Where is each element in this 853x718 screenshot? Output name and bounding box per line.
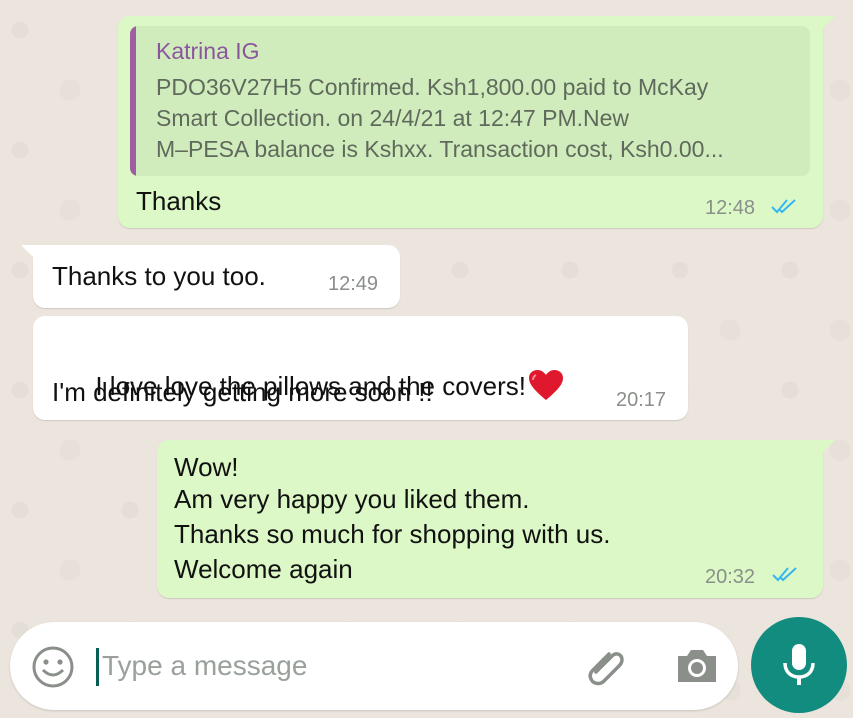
quote-line: PDO36V27H5 Confirmed. Ksh1,800.00 paid t…	[156, 74, 709, 100]
message-bubble-incoming[interactable]: I love love the pillows and the covers! …	[33, 316, 688, 420]
message-line: Welcome again	[174, 554, 353, 584]
camera-icon[interactable]	[674, 644, 720, 688]
message-time: 20:32	[705, 566, 756, 588]
message-line: Thanks so much for shopping with us.	[174, 519, 611, 549]
read-ticks-icon	[771, 199, 796, 214]
message-composer	[10, 622, 738, 710]
message-text: Thanks to you too.	[52, 261, 266, 291]
message-time: 12:49	[328, 273, 379, 295]
message-bubble-outgoing[interactable]: Wow! Am very happy you liked them. Thank…	[157, 440, 835, 598]
emoji-icon[interactable]	[30, 644, 76, 690]
mic-icon	[783, 644, 815, 685]
message-text: Thanks	[136, 186, 222, 216]
message-line: Wow!	[174, 452, 239, 482]
message-input-wrap[interactable]	[96, 646, 532, 686]
quote-author: Katrina IG	[156, 38, 260, 64]
quote-line: Smart Collection. on 24/4/21 at 12:47 PM…	[156, 105, 630, 131]
red-heart-icon	[529, 370, 564, 400]
chat-area[interactable]: Katrina IG PDO36V27H5 Confirmed. Ksh1,80…	[0, 0, 853, 718]
text-caret	[96, 648, 99, 686]
read-ticks-icon	[772, 567, 797, 582]
message-line: Am very happy you liked them.	[174, 484, 530, 514]
quote-body: PDO36V27H5 Confirmed. Ksh1,800.00 paid t…	[156, 72, 806, 165]
quote-bar	[130, 26, 136, 176]
bubble-tail	[821, 440, 835, 454]
message-bubble-outgoing[interactable]: Katrina IG PDO36V27H5 Confirmed. Ksh1,80…	[118, 16, 835, 228]
quoted-message[interactable]: Katrina IG PDO36V27H5 Confirmed. Ksh1,80…	[130, 26, 810, 176]
message-bubble-incoming[interactable]: Thanks to you too. 12:49	[21, 245, 400, 308]
mic-button[interactable]	[751, 617, 847, 713]
message-time: 20:17	[616, 389, 667, 411]
message-time: 12:48	[705, 197, 756, 219]
message-line: I'm definitely getting more soon !!	[52, 377, 433, 407]
attach-icon[interactable]	[582, 642, 630, 690]
bubble-tail	[821, 16, 835, 30]
quote-line: M–PESA balance is Kshxx. Transaction cos…	[156, 136, 724, 162]
message-input[interactable]	[96, 646, 532, 686]
bubble-tail	[21, 245, 35, 259]
